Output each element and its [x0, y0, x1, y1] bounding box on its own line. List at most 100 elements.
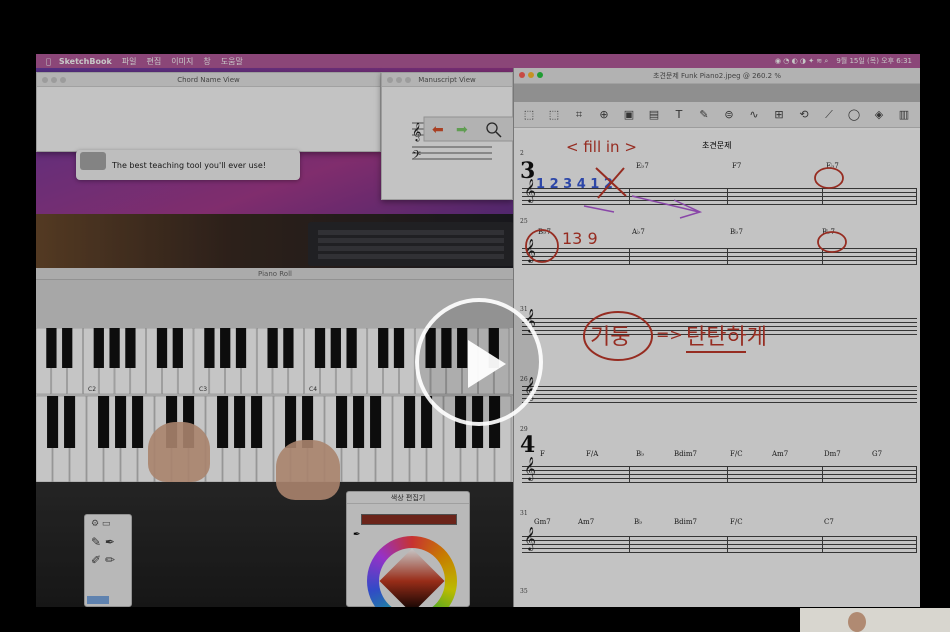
right-hand — [276, 440, 340, 500]
marker-icons[interactable]: ✐ ✏ — [85, 551, 131, 569]
menu-clock[interactable]: 9월 15일 (목) 오후 6:31 — [836, 56, 912, 66]
presenter-face — [848, 612, 866, 632]
preview-title: 초견문제 Funk Piano2.jpeg @ 260.2 % — [653, 71, 781, 80]
adjust-icon[interactable]: ▣ — [620, 106, 638, 124]
black-key[interactable] — [220, 328, 231, 368]
black-key[interactable] — [109, 328, 120, 368]
menu-image[interactable]: 이미지 — [171, 56, 193, 67]
annotation-arrow: => — [656, 325, 683, 344]
black-key[interactable] — [353, 396, 365, 448]
annotation-counting: 1 2 3 4 1 2 — [536, 177, 613, 192]
octave-label-c2: C2 — [88, 386, 97, 393]
annotation-numbers: 13 9 — [562, 229, 598, 248]
status-area: ◉ ◔ ◐ ◑ ✦ ≋ ⌕ 9월 15일 (목) 오후 6:31 — [775, 54, 912, 68]
smart-lasso-icon[interactable]: ⬚ — [545, 106, 563, 124]
eyedropper-icon[interactable]: ✒ — [353, 530, 361, 540]
sign-icon[interactable]: ⊜ — [720, 106, 738, 124]
black-key[interactable] — [314, 328, 326, 368]
black-key[interactable] — [172, 328, 183, 368]
brush-icons[interactable]: ✎ ✒ — [85, 533, 131, 551]
black-key[interactable] — [346, 328, 357, 368]
selected-brush[interactable] — [87, 596, 109, 604]
draw-icon[interactable]: ∿ — [745, 106, 763, 124]
preview-window: 초견문제 Funk Piano2.jpeg @ 260.2 % ⬚ ⬚ ⌗ ⊕ … — [513, 68, 920, 607]
redo-icon: ➡ — [456, 122, 468, 138]
sketch-icon[interactable]: ✎ — [695, 106, 713, 124]
score-sheet: 초견문제 2 3 E♭7 F7 E♭7 𝄞 25 B♭7 A♭7 B♭7 B♭7… — [514, 130, 920, 607]
black-key[interactable] — [251, 396, 263, 448]
markup-toolbar: ⬚ ⬚ ⌗ ⊕ ▣ ▤ T ✎ ⊜ ∿ ⊞ ⟲ ⟋ ◯ ◈ ▥ — [514, 102, 920, 128]
black-key[interactable] — [204, 328, 215, 368]
preview-titlebar[interactable]: 초견문제 Funk Piano2.jpeg @ 260.2 % — [514, 68, 920, 84]
window-controls[interactable] — [387, 77, 411, 83]
window-controls[interactable] — [42, 77, 66, 83]
preview-tabbar — [514, 84, 920, 102]
apple-icon[interactable]:  — [46, 57, 51, 66]
current-color-swatch[interactable] — [361, 514, 457, 525]
black-key[interactable] — [217, 396, 229, 448]
play-button[interactable] — [415, 298, 543, 426]
menu-file[interactable]: 파일 — [122, 56, 137, 67]
text-style-icon[interactable]: ▥ — [895, 106, 913, 124]
line-style-icon[interactable]: ⟋ — [820, 106, 838, 124]
annotation-circled-word: 기둥 — [590, 325, 630, 350]
toast-text: The best teaching tool you'll ever use! — [112, 160, 266, 170]
status-icons[interactable]: ◉ ◔ ◐ ◑ ✦ ≋ ⌕ — [775, 57, 828, 66]
rotate-icon[interactable]: ⟲ — [795, 106, 813, 124]
svg-text:𝄞: 𝄞 — [412, 122, 421, 142]
color-wheel[interactable] — [367, 536, 457, 607]
black-key[interactable] — [267, 328, 278, 368]
annotation-fill-in: < fill in > — [566, 138, 637, 156]
black-key[interactable] — [234, 396, 246, 448]
black-key[interactable] — [336, 396, 348, 448]
black-key[interactable] — [370, 396, 382, 448]
black-key[interactable] — [93, 328, 104, 368]
tool-palette: ⚙ ▭ ✎ ✒ ✐ ✏ — [84, 514, 132, 607]
black-key[interactable] — [283, 328, 294, 368]
black-key[interactable] — [47, 396, 59, 448]
black-key[interactable] — [393, 328, 405, 368]
black-key[interactable] — [64, 396, 76, 448]
black-key[interactable] — [125, 328, 136, 368]
app-name[interactable]: SketchBook — [59, 57, 112, 66]
black-key[interactable] — [98, 396, 110, 448]
table-icon[interactable]: ⊞ — [770, 106, 788, 124]
black-key[interactable] — [156, 328, 168, 368]
menu-help[interactable]: 도움말 — [221, 56, 243, 67]
black-key[interactable] — [115, 396, 127, 448]
black-key[interactable] — [62, 328, 73, 368]
rect-select-icon[interactable]: ⬚ — [520, 106, 538, 124]
toast-notification[interactable]: The best teaching tool you'll ever use! — [76, 150, 300, 180]
crop-icon[interactable]: ⌗ — [570, 106, 588, 124]
menu-edit[interactable]: 편집 — [147, 56, 162, 67]
manuscript-staff: 𝄞 𝄢 ⬅ ➡ — [412, 116, 515, 165]
piano-roll-title: Piano Roll — [36, 268, 514, 280]
chord-name-titlebar[interactable]: Chord Name View — [37, 73, 380, 87]
undo-icon: ⬅ — [432, 122, 444, 138]
black-key[interactable] — [235, 328, 247, 368]
svg-text:𝄢: 𝄢 — [412, 149, 421, 165]
black-key[interactable] — [285, 396, 297, 448]
black-key[interactable] — [330, 328, 341, 368]
app-logo-icon — [80, 152, 106, 170]
instant-alpha-icon[interactable]: ⊕ — [595, 106, 613, 124]
color-editor-title: 색상 편집기 — [347, 492, 469, 504]
black-key[interactable] — [404, 396, 416, 448]
left-hand — [148, 422, 210, 482]
handwritten-annotations: < fill in > 1 2 3 4 1 2 13 9 기둥 => 탄탄하게 — [525, 138, 847, 361]
octave-label-c3: C3 — [199, 386, 208, 393]
color-editor-window: 색상 편집기 ✒ — [346, 491, 470, 607]
menu-window[interactable]: 창 — [203, 56, 210, 67]
manuscript-titlebar[interactable]: Manuscript View — [382, 73, 512, 87]
fill-color-icon[interactable]: ◈ — [870, 106, 888, 124]
text-icon[interactable]: T — [670, 106, 688, 124]
black-key[interactable] — [378, 328, 389, 368]
window-controls[interactable] — [519, 72, 543, 78]
black-key[interactable] — [46, 328, 57, 368]
palette-tools-icon[interactable]: ⚙ ▭ — [85, 515, 131, 533]
annotation-phrase: 탄탄하게 — [686, 325, 767, 350]
black-key[interactable] — [132, 396, 144, 448]
manuscript-title: Manuscript View — [418, 75, 476, 84]
border-color-icon[interactable]: ◯ — [845, 106, 863, 124]
shape-icon[interactable]: ▤ — [645, 106, 663, 124]
